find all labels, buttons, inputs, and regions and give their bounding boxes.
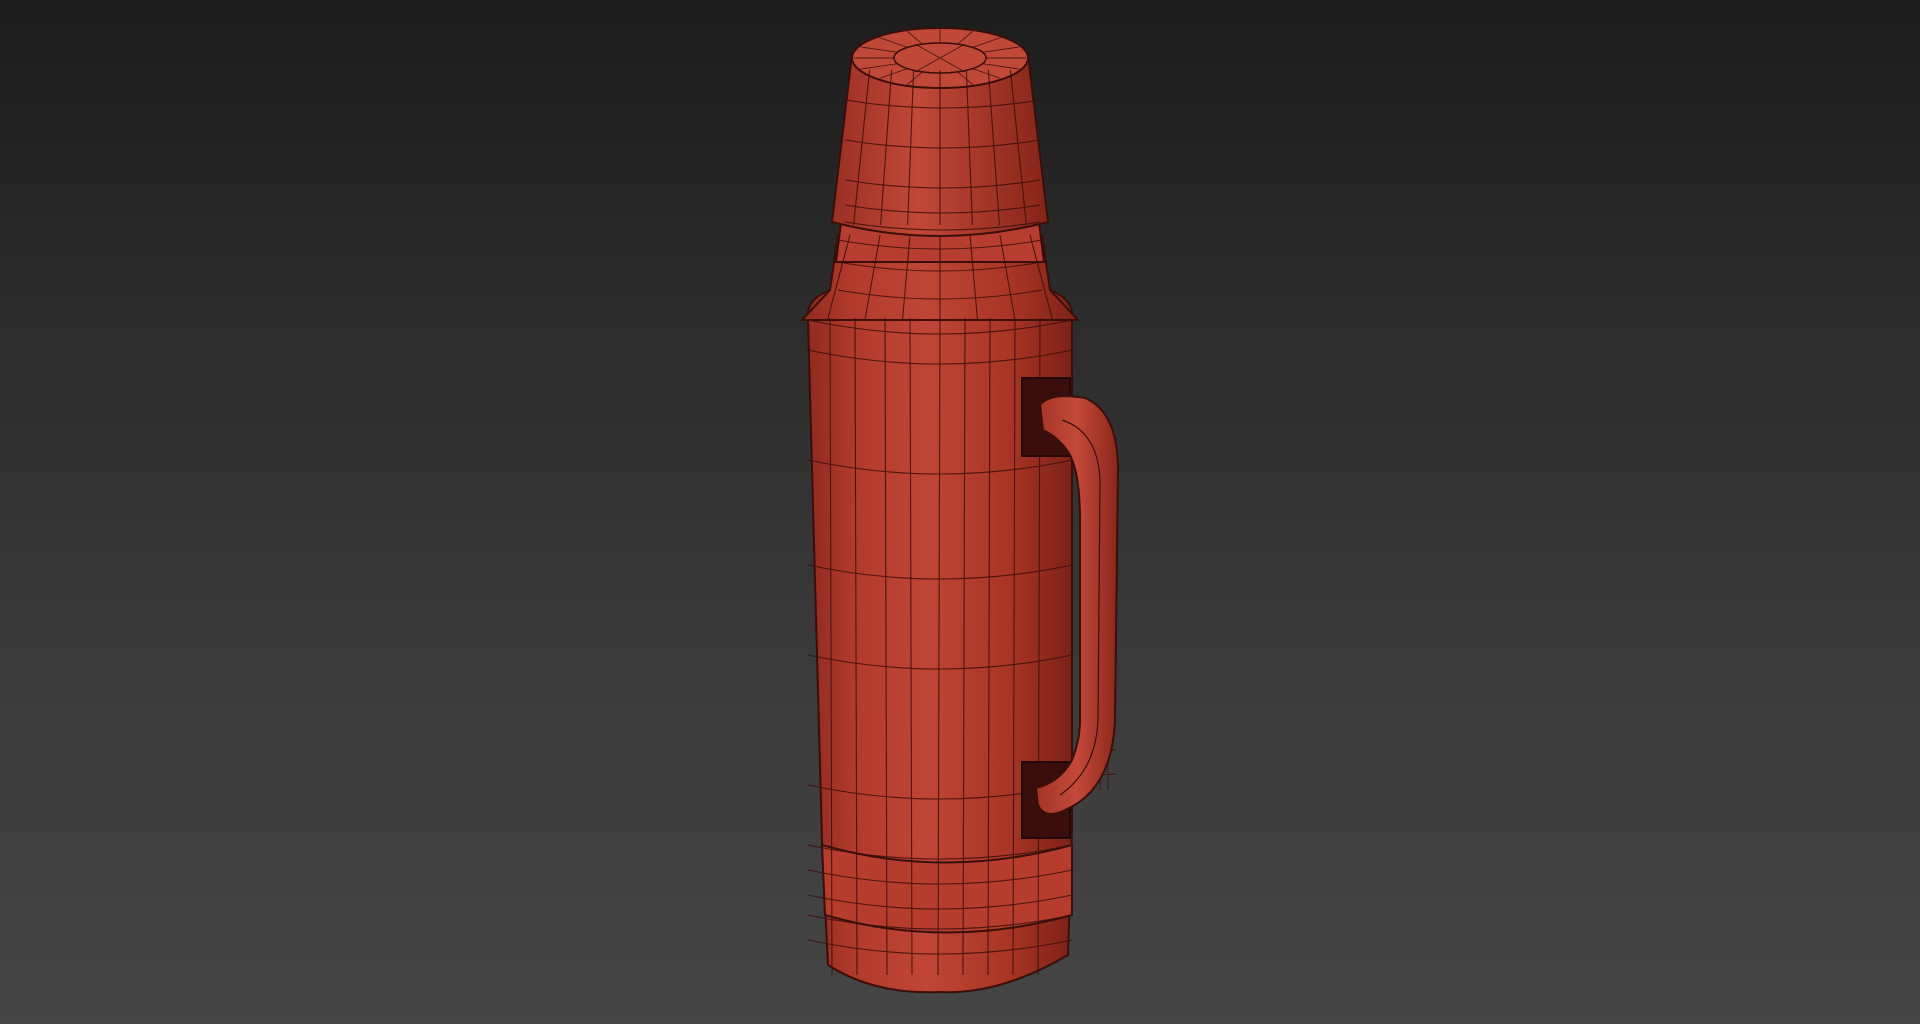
3d-viewport[interactable] — [0, 0, 1920, 1024]
thermos-model — [799, 27, 1120, 994]
